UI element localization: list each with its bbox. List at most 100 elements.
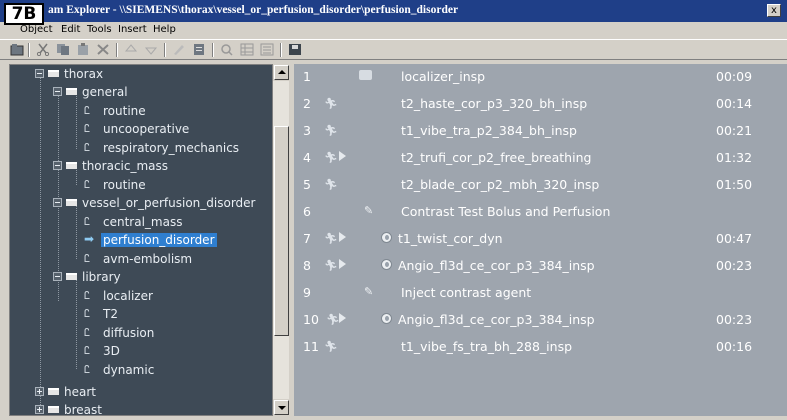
step-number: 5 <box>303 177 311 192</box>
tree-item-heart[interactable]: heart <box>10 383 288 401</box>
pencil-icon: ✎ <box>364 204 374 217</box>
play-icon <box>339 313 346 323</box>
step-row[interactable]: 4 🏃︎ t2_trufi_cor_p2_free_breathing 01:3… <box>294 145 787 172</box>
step-row[interactable]: 10 🏃︎ Angio_fl3d_ce_cor_p3_384_insp 00:2… <box>294 307 787 334</box>
step-name: localizer_insp <box>401 69 486 84</box>
toolbar-separator <box>28 43 30 57</box>
collapse-icon[interactable] <box>35 69 44 78</box>
menu-insert[interactable]: Insert <box>118 24 147 35</box>
step-row[interactable]: 7 🏃︎ t1_twist_cor_dyn 00:47 <box>294 226 787 253</box>
pencil-icon: ✎ <box>364 285 374 298</box>
step-number: 10 <box>303 312 319 327</box>
running-man-icon: 🏃︎ <box>324 97 338 110</box>
running-man-icon: 🏃︎ <box>324 232 338 245</box>
step-row[interactable]: 2 🏃︎ t2_haste_cor_p3_320_bh_insp 00:14 <box>294 91 787 118</box>
edit-icon[interactable] <box>172 43 186 56</box>
move-up-icon[interactable] <box>124 43 138 56</box>
tree-item-dynamic[interactable]: Ꮭ dynamic <box>10 361 288 379</box>
cut-icon[interactable] <box>36 43 50 56</box>
folder-icon <box>66 199 77 206</box>
tree-item-label: routine <box>103 178 146 192</box>
step-duration: 01:32 <box>716 150 753 165</box>
step-number: 2 <box>303 96 311 111</box>
close-button[interactable]: x <box>767 4 781 17</box>
menu-edit[interactable]: Edit <box>61 24 80 35</box>
tree-item-thorax[interactable]: thorax <box>10 65 288 83</box>
step-row[interactable]: 5 🏃︎ t2_blade_cor_p2_mbh_320_insp 01:50 <box>294 172 787 199</box>
running-man-icon: 🏃︎ <box>324 340 338 353</box>
protocol-icon: Ꮭ <box>84 215 91 228</box>
step-row[interactable]: 11 🏃︎ t1_vibe_fs_tra_bh_288_insp 00:16 <box>294 334 787 361</box>
tree-item-uncooperative[interactable]: Ꮭ uncooperative <box>10 120 288 138</box>
protocol-tree[interactable]: thorax general Ꮭ routine Ꮭ uncooperative… <box>9 64 289 416</box>
folder-icon <box>48 70 59 77</box>
tree-item-label: localizer <box>103 289 153 303</box>
folder-icon <box>48 406 59 413</box>
tree-item-localizer[interactable]: Ꮭ localizer <box>10 287 288 305</box>
step-row[interactable]: 1 localizer_insp 00:09 <box>294 64 787 91</box>
menu-object[interactable]: Object <box>20 24 53 35</box>
tree-item-label: dynamic <box>103 363 155 377</box>
collapse-icon[interactable] <box>53 272 62 281</box>
tree-item-routine[interactable]: Ꮭ routine <box>10 102 288 120</box>
tree-item-avm-embolism[interactable]: Ꮭ avm-embolism <box>10 250 288 268</box>
expand-icon[interactable] <box>35 405 44 414</box>
exam-step-list[interactable]: 1 localizer_insp 00:09 2 🏃︎ t2_haste_cor… <box>294 64 787 416</box>
list-view-icon[interactable] <box>260 43 274 56</box>
grid-icon[interactable] <box>240 43 254 56</box>
menu-tools[interactable]: Tools <box>87 24 112 35</box>
protocol-icon: Ꮭ <box>84 289 91 302</box>
tree-item-breast[interactable]: breast <box>10 401 288 415</box>
open-icon[interactable] <box>10 43 24 56</box>
arrow-down-icon <box>278 406 286 410</box>
tree-item-label: 3D <box>103 344 120 358</box>
tree-item-central-mass[interactable]: Ꮭ central_mass <box>10 213 288 231</box>
delete-icon[interactable] <box>96 43 110 56</box>
play-icon <box>339 151 346 161</box>
search-icon[interactable] <box>220 43 234 56</box>
paste-icon[interactable] <box>76 43 90 56</box>
expand-icon[interactable] <box>35 387 44 396</box>
tree-item-label-selected: perfusion_disorder <box>101 233 217 247</box>
folder-icon <box>66 273 77 280</box>
collapse-icon[interactable] <box>53 198 62 207</box>
toolbar-separator <box>280 43 282 57</box>
save-icon[interactable] <box>288 43 302 56</box>
move-down-icon[interactable] <box>144 43 158 56</box>
collapse-icon[interactable] <box>53 161 62 170</box>
tree-item-perfusion-disorder[interactable]: ➡ perfusion_disorder <box>10 231 288 249</box>
tree-item-diffusion[interactable]: Ꮭ diffusion <box>10 324 288 342</box>
tree-scrollbar[interactable] <box>272 64 289 416</box>
properties-icon[interactable] <box>192 43 206 56</box>
title-bar: am Explorer - \\SIEMENS\thorax\vessel_or… <box>0 0 787 22</box>
copy-icon[interactable] <box>56 43 70 56</box>
protocol-icon: Ꮭ <box>84 307 91 320</box>
collapse-icon[interactable] <box>53 87 62 96</box>
step-row[interactable]: 9 ✎ Inject contrast agent <box>294 280 787 307</box>
tree-item-respiratory-mechanics[interactable]: Ꮭ respiratory_mechanics <box>10 139 288 157</box>
toolbar-separator <box>212 43 214 57</box>
step-row[interactable]: 6 ✎ Contrast Test Bolus and Perfusion <box>294 199 787 226</box>
step-duration: 00:23 <box>716 312 753 327</box>
step-duration: 00:16 <box>716 339 753 354</box>
step-row[interactable]: 3 🏃︎ t1_vibe_tra_p2_384_bh_insp 00:21 <box>294 118 787 145</box>
tree-item-t2[interactable]: Ꮭ T2 <box>10 305 288 323</box>
scroll-down-button[interactable] <box>274 400 289 415</box>
tree-item-library[interactable]: library <box>10 268 288 286</box>
tree-item-general[interactable]: general <box>10 83 288 101</box>
menu-help[interactable]: Help <box>153 24 176 35</box>
tree-item-3d[interactable]: Ꮭ 3D <box>10 342 288 360</box>
tree-item-label: heart <box>64 385 96 399</box>
running-man-icon: 🏃︎ <box>324 259 338 272</box>
step-row[interactable]: 8 🏃︎ Angio_fl3d_ce_cor_p3_384_insp 00:23 <box>294 253 787 280</box>
tree-item-thoracic-mass[interactable]: thoracic_mass <box>10 157 288 175</box>
tree-item-label: central_mass <box>103 215 183 229</box>
scroll-up-button[interactable] <box>274 65 289 80</box>
tree-item-label: vessel_or_perfusion_disorder <box>82 196 256 210</box>
tree-item-vessel-or-perfusion-disorder[interactable]: vessel_or_perfusion_disorder <box>10 194 288 212</box>
figure-badge: 7B <box>4 3 44 25</box>
step-name: t2_trufi_cor_p2_free_breathing <box>401 150 592 165</box>
window-title: am Explorer - \\SIEMENS\thorax\vessel_or… <box>48 4 459 16</box>
tree-item-routine[interactable]: Ꮭ routine <box>10 176 288 194</box>
scrollbar-thumb[interactable] <box>274 126 289 336</box>
